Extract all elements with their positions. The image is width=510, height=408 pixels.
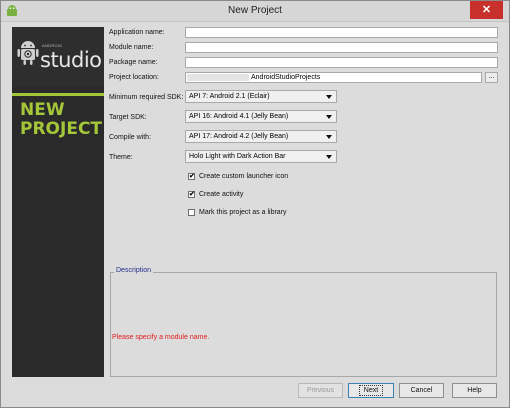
banner-divider (12, 93, 104, 96)
compile-with-select[interactable]: API 17: Android 4.2 (Jelly Bean) (185, 130, 337, 143)
android-studio-logo: ANDROID studio (12, 27, 104, 87)
android-robot-icon (17, 41, 39, 65)
package-name-input[interactable] (185, 57, 498, 68)
min-sdk-select[interactable]: API 7: Android 2.1 (Eclair) (185, 90, 337, 103)
module-name-input[interactable] (185, 42, 498, 53)
title-bar[interactable]: New Project ✕ (1, 1, 509, 22)
window-title: New Project (228, 5, 282, 16)
side-banner: ANDROID studio NEW PROJECT (12, 27, 104, 377)
validation-error-message: Please specify a module name. (112, 334, 210, 341)
chevron-down-icon (326, 115, 332, 119)
description-panel (110, 272, 497, 377)
min-sdk-label: Minimum required SDK: (109, 94, 184, 101)
chevron-down-icon (326, 155, 332, 159)
compile-with-value: API 17: Android 4.2 (Jelly Bean) (189, 133, 289, 140)
location-path-prefix (187, 74, 249, 81)
next-button-label: Next (358, 385, 384, 396)
library-project-label[interactable]: Mark this project as a library (199, 209, 287, 216)
target-sdk-select[interactable]: API 16: Android 4.1 (Jelly Bean) (185, 110, 337, 123)
heading-line-1: NEW (20, 100, 65, 120)
project-location-label: Project location: (109, 74, 159, 81)
description-legend: Description (114, 267, 154, 274)
browse-location-button[interactable]: ... (485, 72, 498, 83)
create-activity-label[interactable]: Create activity (199, 191, 243, 198)
library-project-checkbox[interactable] (188, 209, 195, 216)
create-activity-checkbox[interactable]: ✔ (188, 191, 195, 198)
theme-select[interactable]: Holo Light with Dark Action Bar (185, 150, 337, 163)
module-name-label: Module name: (109, 44, 154, 51)
theme-label: Theme: (109, 154, 133, 161)
new-project-heading: NEW PROJECT (20, 101, 102, 139)
application-name-label: Application name: (109, 29, 165, 36)
custom-launcher-icon-checkbox[interactable]: ✔ (188, 173, 195, 180)
target-sdk-label: Target SDK: (109, 114, 147, 121)
min-sdk-value: API 7: Android 2.1 (Eclair) (189, 93, 270, 100)
help-button[interactable]: Help (452, 383, 497, 398)
package-name-label: Package name: (109, 59, 158, 66)
next-button[interactable]: Next (348, 383, 394, 398)
chevron-down-icon (326, 135, 332, 139)
project-location-value: AndroidStudioProjects (251, 74, 321, 81)
cancel-button[interactable]: Cancel (399, 383, 444, 398)
custom-launcher-icon-label[interactable]: Create custom launcher icon (199, 173, 288, 180)
close-button[interactable]: ✕ (470, 1, 503, 19)
application-name-input[interactable] (185, 27, 498, 38)
theme-value: Holo Light with Dark Action Bar (189, 153, 286, 160)
chevron-down-icon (326, 95, 332, 99)
heading-line-2: PROJECT (20, 119, 103, 139)
project-location-input[interactable]: AndroidStudioProjects (185, 72, 482, 83)
logo-studio-text: studio (40, 48, 102, 72)
previous-button[interactable]: Previous (298, 383, 343, 398)
target-sdk-value: API 16: Android 4.1 (Jelly Bean) (189, 113, 289, 120)
new-project-dialog: New Project ✕ ANDROID studio NEW PROJECT (0, 0, 510, 408)
compile-with-label: Compile with: (109, 134, 152, 141)
